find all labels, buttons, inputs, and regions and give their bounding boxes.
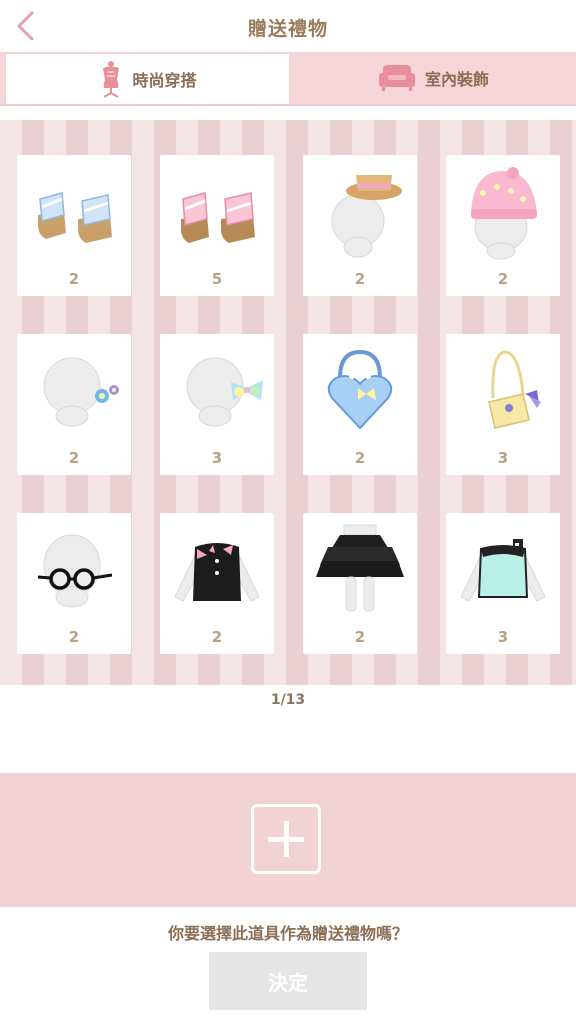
item-count: 2 bbox=[497, 270, 509, 288]
black-ribbon-top-image bbox=[174, 543, 260, 602]
item-card-heart-handbag[interactable]: 2 bbox=[303, 334, 417, 475]
confirm-button[interactable]: 決定 bbox=[209, 952, 367, 1010]
tab-fashion[interactable]: 時尚穿搭 bbox=[6, 54, 289, 104]
item-count: 2 bbox=[68, 628, 80, 646]
sofa-icon bbox=[378, 65, 415, 91]
mannequin-icon bbox=[103, 61, 120, 98]
item-card-mint-top[interactable]: 3 bbox=[446, 513, 560, 654]
heart-handbag-image bbox=[327, 349, 393, 430]
blue-sandals-image bbox=[38, 192, 112, 243]
page-title: 贈送禮物 bbox=[247, 18, 328, 40]
mint-top-image bbox=[460, 539, 546, 602]
item-count: 2 bbox=[354, 270, 366, 288]
item-card-pink-beanie[interactable]: 2 bbox=[446, 155, 560, 296]
pink-beanie-image bbox=[471, 167, 537, 260]
item-card-shoulder-bag[interactable]: 3 bbox=[446, 334, 560, 475]
plus-icon-vertical bbox=[284, 821, 289, 857]
item-card-black-skirt[interactable]: 2 bbox=[303, 513, 417, 654]
item-card-ribbon-hairclip[interactable]: 3 bbox=[160, 334, 274, 475]
tab-interior-label: 室內裝飾 bbox=[424, 70, 489, 89]
item-count: 2 bbox=[68, 270, 80, 288]
item-count: 2 bbox=[211, 628, 223, 646]
item-card-black-ribbon-top[interactable]: 2 bbox=[160, 513, 274, 654]
boater-hat-image bbox=[331, 175, 402, 258]
add-gift-button[interactable] bbox=[251, 804, 321, 874]
item-card-blue-sandals[interactable]: 2 bbox=[17, 155, 131, 296]
flower-hairclip-image bbox=[43, 357, 119, 427]
tab-divider bbox=[0, 104, 576, 106]
item-count: 2 bbox=[354, 449, 366, 467]
item-count: 3 bbox=[497, 449, 509, 467]
item-grid: 2 5 2 2 2 3 2 3 2 2 2 3 bbox=[0, 120, 576, 685]
item-count: 2 bbox=[68, 449, 80, 467]
tab-interior[interactable]: 室內裝飾 bbox=[290, 52, 576, 104]
category-tabs: 時尚穿搭 室內裝飾 bbox=[0, 52, 576, 104]
item-count: 3 bbox=[211, 449, 223, 467]
item-card-round-glasses[interactable]: 2 bbox=[17, 513, 131, 654]
item-count: 2 bbox=[354, 628, 366, 646]
ribbon-hairclip-image bbox=[186, 357, 263, 427]
black-skirt-image bbox=[316, 524, 404, 612]
item-count: 5 bbox=[211, 270, 223, 288]
item-count: 3 bbox=[497, 628, 509, 646]
header-bar: 贈送禮物 bbox=[0, 0, 576, 52]
pink-sandals-image bbox=[181, 192, 255, 243]
round-glasses-image bbox=[37, 534, 113, 608]
item-card-flower-hairclip[interactable]: 2 bbox=[17, 334, 131, 475]
shoulder-bag-image bbox=[488, 350, 541, 429]
item-card-boater-hat[interactable]: 2 bbox=[303, 155, 417, 296]
tab-fashion-label: 時尚穿搭 bbox=[132, 71, 197, 90]
item-card-pink-sandals[interactable]: 5 bbox=[160, 155, 274, 296]
page-indicator: 1/13 bbox=[270, 692, 306, 708]
confirm-question: 你要選擇此道具作為贈送禮物嗎？ bbox=[167, 924, 408, 943]
